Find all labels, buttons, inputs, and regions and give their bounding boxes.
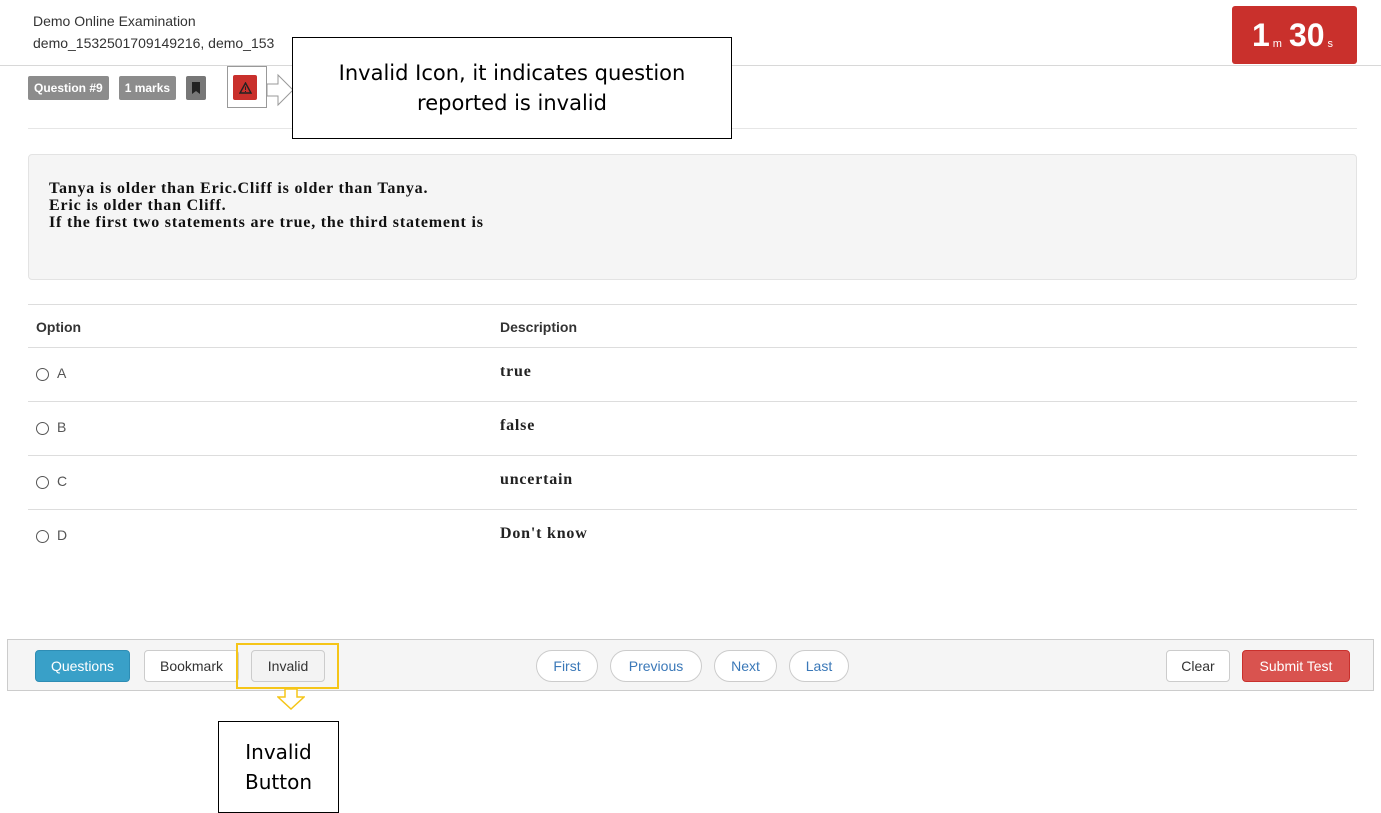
callout-arrow-icon: [266, 73, 294, 107]
clear-button[interactable]: Clear: [1166, 650, 1230, 682]
radio-button-c[interactable]: [36, 476, 49, 489]
marks-badge: 1 marks: [118, 76, 177, 100]
callout-arrow-icon: [277, 688, 305, 710]
warning-triangle-icon[interactable]: [233, 75, 257, 100]
timer-minutes-unit: m: [1272, 38, 1282, 50]
table-header: Option Description: [28, 305, 1357, 348]
question-line: If the first two statements are true, th…: [49, 214, 484, 231]
bookmark-button[interactable]: Bookmark: [144, 650, 239, 682]
question-meta: Question #9 1 marks: [28, 76, 216, 100]
radio-button-b[interactable]: [36, 422, 49, 435]
option-row-c[interactable]: C uncertain: [28, 456, 1357, 510]
question-box: Tanya is older than Eric.Cliff is older …: [28, 154, 1357, 280]
last-button[interactable]: Last: [789, 650, 849, 682]
question-line: Eric is older than Cliff.: [49, 197, 227, 214]
option-description: Don't know: [500, 525, 588, 542]
bookmark-icon[interactable]: [186, 76, 207, 100]
option-row-a[interactable]: A true: [28, 348, 1357, 402]
options-table: Option Description A true B false C unce…: [28, 304, 1357, 564]
exam-code: demo_1532501709149216, demo_153: [33, 35, 275, 51]
timer-seconds: 30: [1288, 16, 1325, 53]
invalid-button-callout: Invalid Button: [218, 721, 339, 813]
invalid-icon-callout: Invalid Icon, it indicates question repo…: [292, 37, 732, 139]
first-button[interactable]: First: [536, 650, 598, 682]
option-label: D: [57, 526, 68, 543]
bottom-toolbar: Questions Bookmark Invalid First Previou…: [7, 639, 1374, 691]
option-description: false: [500, 417, 536, 434]
option-description: uncertain: [500, 471, 573, 488]
previous-button[interactable]: Previous: [610, 650, 702, 682]
timer-minutes: 1: [1251, 16, 1270, 53]
option-label: A: [57, 364, 67, 381]
option-label: C: [57, 472, 68, 489]
next-button[interactable]: Next: [714, 650, 777, 682]
exam-title: Demo Online Examination: [33, 13, 196, 29]
option-row-d[interactable]: D Don't know: [28, 510, 1357, 564]
question-number-badge: Question #9: [28, 76, 109, 100]
timer-seconds-unit: s: [1327, 38, 1334, 50]
option-column-header: Option: [36, 319, 82, 335]
countdown-timer: 1 m 30 s: [1232, 6, 1357, 64]
option-row-b[interactable]: B false: [28, 402, 1357, 456]
option-description: true: [500, 363, 532, 380]
invalid-button-highlight: [236, 643, 339, 689]
question-text: Tanya is older than Eric.Cliff is older …: [49, 180, 484, 231]
radio-button-a[interactable]: [36, 368, 49, 381]
radio-button-d[interactable]: [36, 530, 49, 543]
questions-button[interactable]: Questions: [35, 650, 130, 682]
description-column-header: Description: [500, 319, 578, 335]
option-label: B: [57, 418, 67, 435]
submit-test-button[interactable]: Submit Test: [1242, 650, 1350, 682]
question-line: Tanya is older than Eric.Cliff is older …: [49, 180, 429, 197]
